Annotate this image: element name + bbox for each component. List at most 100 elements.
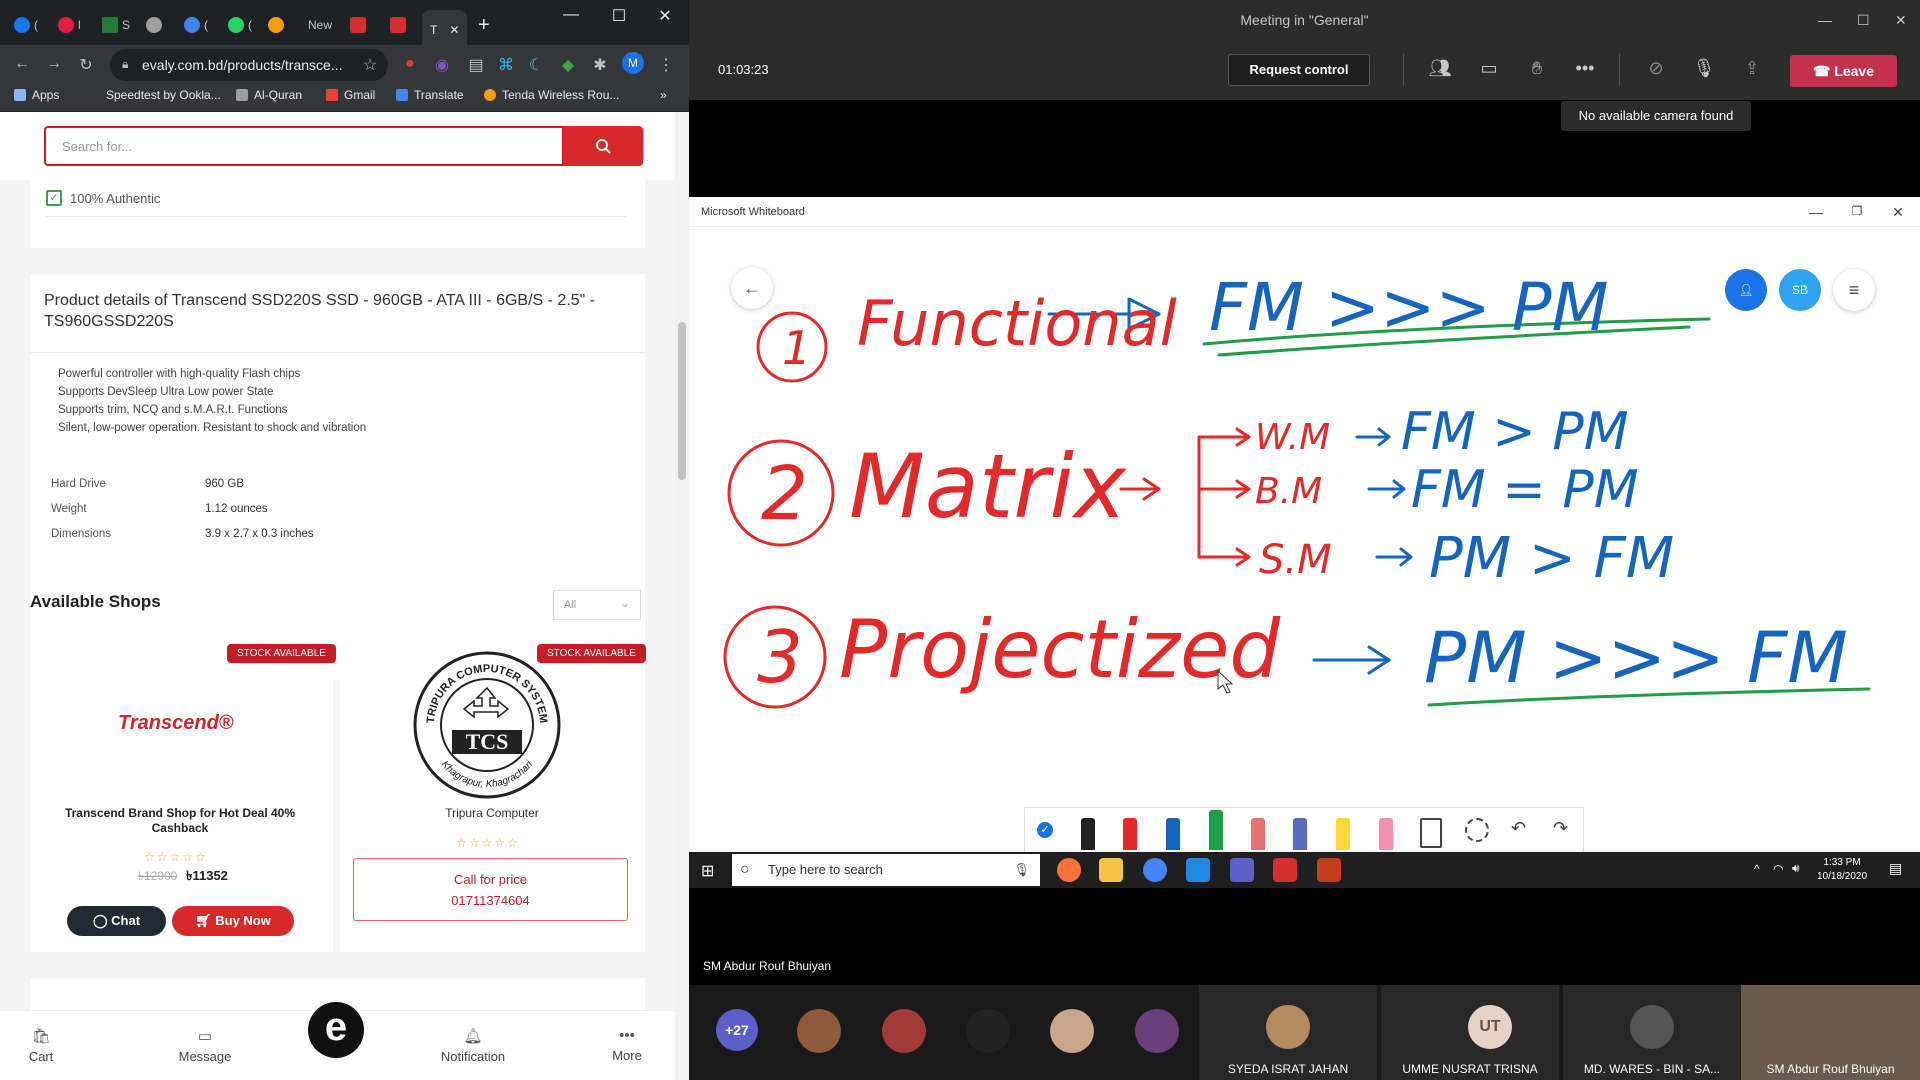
firefox-icon[interactable] xyxy=(1057,858,1081,882)
reload-icon[interactable]: ↻ xyxy=(76,55,96,75)
bookmark-apps[interactable]: Apps xyxy=(14,88,59,102)
tab-active[interactable]: T ✕ xyxy=(422,10,468,50)
nav-message[interactable]: ▭ Message xyxy=(160,1027,250,1064)
tab-evaly-2[interactable] xyxy=(390,12,406,38)
black-pen-icon[interactable] xyxy=(1081,818,1095,850)
back-arrow-button[interactable]: ← xyxy=(731,267,773,309)
participant-avatar[interactable] xyxy=(797,1009,841,1053)
participant-avatar[interactable] xyxy=(882,1009,926,1053)
minimize-icon[interactable]: — xyxy=(1818,0,1832,40)
tab-whatsapp[interactable]: ( xyxy=(228,12,252,38)
powerpoint-icon[interactable] xyxy=(1317,858,1341,882)
star-icon[interactable]: ☆ xyxy=(360,55,380,75)
blue-pen-icon[interactable] xyxy=(1166,818,1180,850)
tab-sheets[interactable]: S xyxy=(102,12,130,38)
bookmark-alquran[interactable]: Al-Quran xyxy=(236,88,302,102)
camera-off-icon[interactable]: ⊘ xyxy=(1644,58,1668,79)
lasso-icon[interactable] xyxy=(1465,818,1489,842)
bookmark-translate[interactable]: Translate xyxy=(396,88,464,102)
participant-avatar[interactable] xyxy=(966,1009,1010,1053)
more-participants-button[interactable]: +27 xyxy=(716,1009,758,1051)
restore-icon[interactable]: ❐ xyxy=(1847,204,1867,218)
evaly-logo-button[interactable]: e xyxy=(308,1002,364,1058)
volume-icon[interactable]: 🔊︎ xyxy=(1792,861,1800,876)
participant-tile[interactable]: UT UMME NUSRAT TRISNA xyxy=(1381,985,1559,1080)
minimize-icon[interactable]: — xyxy=(556,6,586,24)
notifications-icon[interactable]: ▤ xyxy=(1889,860,1902,877)
tab-evaly-1[interactable] xyxy=(350,12,366,38)
menu-icon[interactable]: ⋮ xyxy=(656,55,676,75)
page-scrollbar[interactable] xyxy=(675,112,689,1080)
tab-google[interactable]: ( xyxy=(184,12,208,38)
close-window-icon[interactable]: ✕ xyxy=(1895,0,1907,40)
scrollbar-thumb[interactable] xyxy=(678,322,686,480)
extension-icon[interactable]: ◉ xyxy=(432,55,452,75)
back-icon[interactable]: ← xyxy=(12,55,32,73)
more-actions-icon[interactable]: ••• xyxy=(1573,58,1597,79)
whiteboard-app-icon[interactable] xyxy=(1186,858,1210,882)
highlighter-icon[interactable] xyxy=(1336,818,1350,850)
minimize-icon[interactable]: — xyxy=(1806,204,1826,220)
shops-filter-select[interactable]: All ⌄ xyxy=(553,590,641,620)
bookmark-gmail[interactable]: Gmail xyxy=(326,88,375,102)
search-button[interactable] xyxy=(563,126,643,166)
share-screen-icon[interactable]: ⇪ xyxy=(1740,58,1764,79)
buy-now-button[interactable]: 🛒︎ Buy Now xyxy=(172,906,294,936)
raise-hand-icon[interactable]: ✋︎ xyxy=(1525,58,1549,79)
maximize-icon[interactable]: ☐ xyxy=(1857,0,1870,40)
ruler-icon[interactable] xyxy=(1420,818,1442,848)
new-tab-button[interactable]: + xyxy=(478,12,490,38)
shop-name[interactable]: Tripura Computer xyxy=(372,806,612,821)
red-pen-icon[interactable] xyxy=(1123,818,1137,850)
close-window-icon[interactable]: ✕ xyxy=(650,6,680,26)
extension-icon[interactable]: ◆ xyxy=(558,55,578,75)
maximize-icon[interactable]: ☐ xyxy=(604,6,634,26)
green-pen-icon[interactable] xyxy=(1209,810,1223,850)
tab-shield[interactable] xyxy=(146,12,162,38)
puzzle-icon[interactable]: ✱ xyxy=(590,55,610,75)
leave-button[interactable]: ☎︎ Leave xyxy=(1790,55,1897,87)
bookmark-speedtest[interactable]: Speedtest by Ookla... xyxy=(106,88,221,102)
participant-avatar[interactable] xyxy=(1135,1009,1179,1053)
request-control-button[interactable]: Request control xyxy=(1228,54,1370,86)
file-explorer-icon[interactable] xyxy=(1099,858,1123,882)
bookmarks-overflow-icon[interactable]: » xyxy=(660,88,667,102)
eraser-icon[interactable] xyxy=(1379,818,1393,850)
undo-icon[interactable]: ↶ xyxy=(1511,818,1526,839)
participant-video-tile[interactable]: SM Abdur Rouf Bhuiyan xyxy=(1741,985,1920,1080)
whiteboard-canvas[interactable]: 1 Functional FM >>> PM 2 Matrix W.M B.M … xyxy=(689,227,1920,807)
participant-avatar[interactable] xyxy=(1050,1009,1094,1053)
hamburger-menu-icon[interactable]: ≡ xyxy=(1833,269,1875,311)
windows-start-icon[interactable]: ⊞ xyxy=(701,861,714,881)
redo-icon[interactable]: ↷ xyxy=(1553,818,1568,839)
taskbar-clock[interactable]: 1:33 PM 10/18/2020 xyxy=(1817,856,1867,884)
tray-chevron-icon[interactable]: ^ xyxy=(1754,862,1760,876)
call-for-price-box[interactable]: Call for price 01711374604 xyxy=(353,858,628,921)
participant-tile[interactable]: SYEDA ISRAT JAHAN xyxy=(1199,985,1377,1080)
tab-orange[interactable] xyxy=(268,12,284,38)
extension-icon[interactable]: ☾ xyxy=(526,55,546,75)
forward-icon[interactable]: → xyxy=(44,55,64,73)
mic-muted-icon[interactable]: 🎙︎ xyxy=(1692,58,1716,79)
microphone-icon[interactable]: 🎙︎ xyxy=(1013,854,1030,886)
participant-tile[interactable]: MD. WARES - BIN - SA... xyxy=(1563,985,1741,1080)
teams-icon[interactable] xyxy=(1230,858,1254,882)
person-icon[interactable]: 👤︎ xyxy=(1725,269,1767,311)
extension-icon[interactable]: ▤ xyxy=(466,55,486,75)
nav-cart[interactable]: 🛍︎ Cart xyxy=(0,1027,86,1064)
taskbar-search[interactable]: ○ Type here to search 🎙︎ xyxy=(732,854,1040,886)
tab-facebook[interactable]: ( xyxy=(14,12,38,38)
tab-new[interactable]: New xyxy=(308,12,332,38)
extension-icon[interactable]: ● xyxy=(400,55,420,73)
check-icon[interactable]: ✓ xyxy=(1037,822,1053,838)
close-icon[interactable]: ✕ xyxy=(1888,204,1908,221)
chat-button[interactable]: ◯ Chat xyxy=(67,906,166,936)
search-input[interactable]: Search for... xyxy=(44,126,564,166)
bookmark-tenda[interactable]: Tenda Wireless Rou... xyxy=(484,88,619,102)
tab-daraz[interactable]: l xyxy=(58,12,81,38)
nav-notification[interactable]: 🔔︎ Notification xyxy=(428,1027,518,1064)
chat-icon[interactable]: ▭ xyxy=(1477,58,1501,79)
participants-icon[interactable]: 👥︎ xyxy=(1428,58,1452,79)
translate-extension-icon[interactable]: ⌘ xyxy=(496,55,516,75)
address-bar[interactable]: 🔒︎ evaly.com.bd/products/transce... xyxy=(110,49,388,81)
